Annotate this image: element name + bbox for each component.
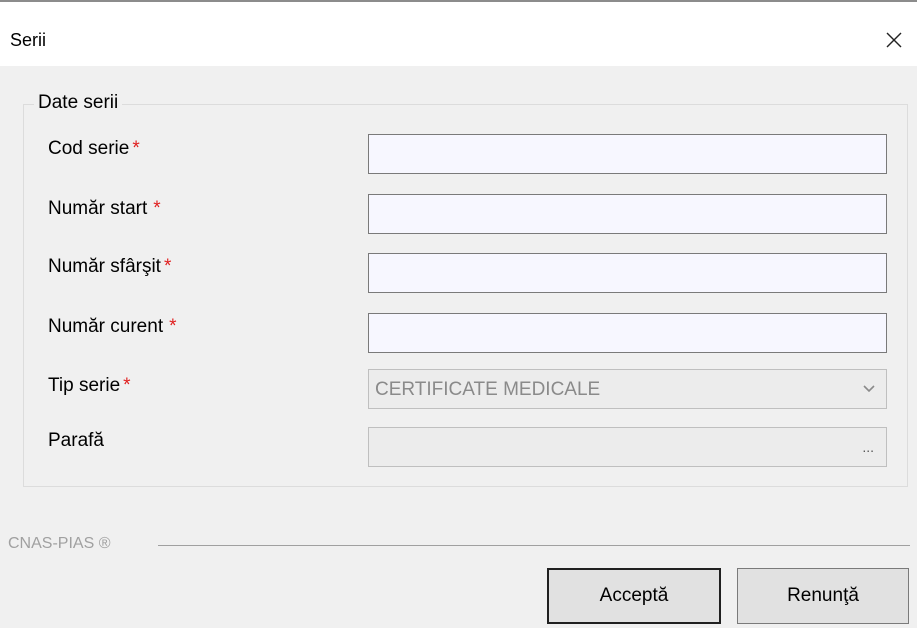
- required-mark: *: [163, 256, 172, 277]
- tip-serie-label-text: Tip serie: [48, 375, 121, 396]
- close-icon: [886, 32, 902, 48]
- title-bar: Serii: [0, 2, 917, 66]
- required-mark: *: [169, 316, 177, 337]
- numar-start-label-text: Număr start: [48, 198, 148, 219]
- numar-start-input[interactable]: [368, 194, 887, 234]
- required-mark: *: [123, 375, 131, 396]
- footer-divider: [158, 545, 910, 546]
- window-title: Serii: [10, 30, 47, 50]
- tip-serie-select[interactable]: CERTIFICATE MEDICALE: [368, 369, 887, 409]
- numar-curent-label-text: Număr curent: [48, 316, 164, 337]
- numar-sfarsit-label: Număr sfârşit *: [48, 256, 171, 278]
- required-mark: *: [132, 138, 140, 159]
- close-button[interactable]: [871, 20, 917, 60]
- brand-label: CNAS-PIAS ®: [8, 535, 111, 552]
- parafa-picker[interactable]: ...: [368, 427, 887, 467]
- cancel-button[interactable]: Renunţă: [737, 568, 909, 624]
- parafa-label: Parafă: [48, 430, 104, 451]
- cod-serie-label-text: Cod serie: [48, 138, 130, 159]
- chevron-down-icon: [863, 385, 875, 393]
- numar-start-label: Număr start *: [48, 198, 161, 220]
- cod-serie-input[interactable]: [368, 134, 887, 174]
- tip-serie-selected-value: CERTIFICATE MEDICALE: [375, 379, 601, 400]
- accept-button[interactable]: Acceptă: [547, 568, 721, 624]
- required-mark: *: [153, 198, 161, 219]
- browse-button[interactable]: ...: [862, 439, 874, 455]
- numar-curent-label: Număr curent *: [48, 316, 177, 338]
- tip-serie-label: Tip serie *: [48, 375, 131, 397]
- numar-sfarsit-label-text: Număr sfârşit: [48, 256, 161, 277]
- dialog-window: Serii Date serii Cod serie * Număr start *…: [0, 0, 917, 628]
- cod-serie-label: Cod serie *: [48, 138, 140, 160]
- numar-sfarsit-input[interactable]: [368, 253, 887, 293]
- group-legend: Date serii: [34, 92, 123, 114]
- numar-curent-input[interactable]: [368, 313, 887, 353]
